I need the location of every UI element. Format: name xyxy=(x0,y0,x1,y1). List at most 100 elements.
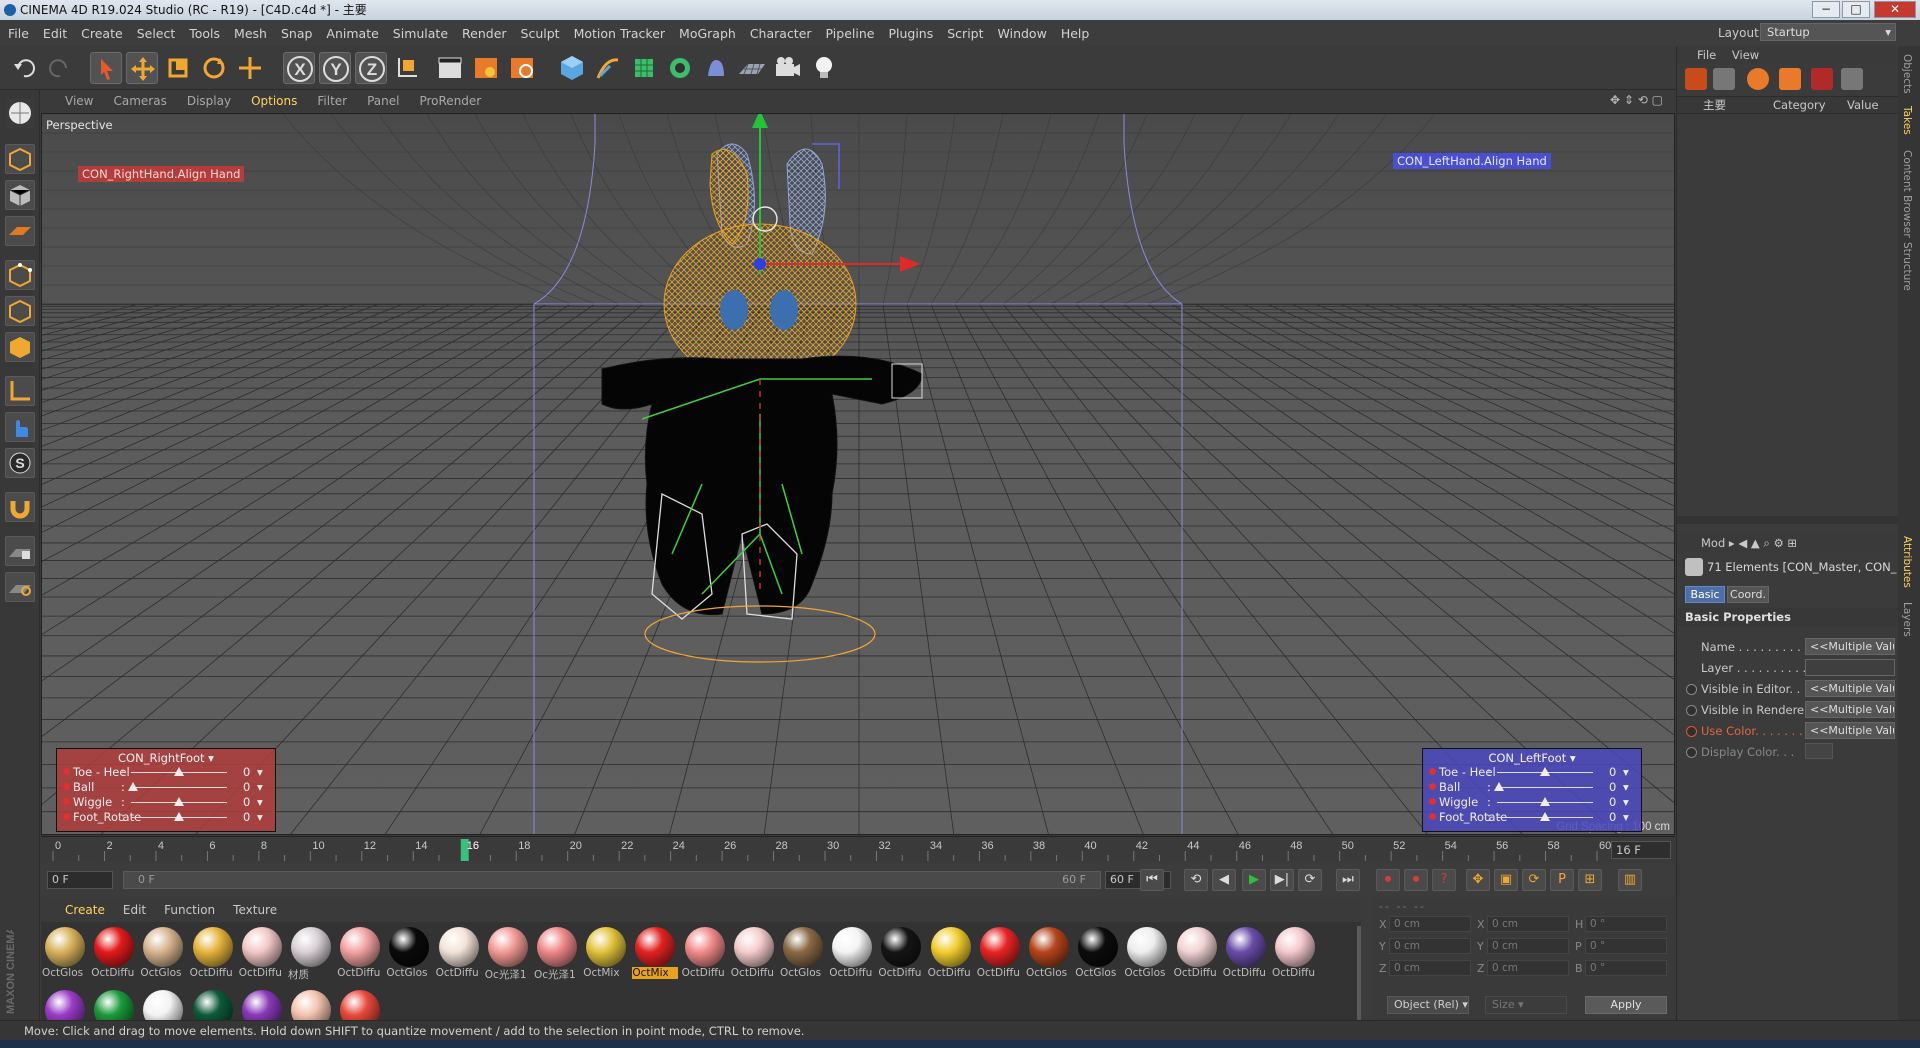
coord-field[interactable]: 0 ° xyxy=(1585,938,1667,954)
coord-field[interactable]: 0 cm xyxy=(1487,960,1569,976)
rotate-param-button[interactable]: ⟳ xyxy=(1522,869,1546,891)
axis-mode-button[interactable] xyxy=(5,376,35,406)
play-button[interactable]: ▶ xyxy=(1242,869,1266,891)
point-level-button[interactable]: P xyxy=(1550,869,1574,891)
attribute-value-field[interactable]: <<Multiple Valu xyxy=(1805,680,1895,697)
side-tab-objects[interactable]: Objects xyxy=(1901,54,1913,94)
attribute-value-field[interactable]: <<Multiple Valu xyxy=(1805,722,1895,739)
slider-thumb[interactable] xyxy=(1540,797,1550,806)
foot-control-value[interactable]: 0 xyxy=(243,795,250,809)
menu-mograph[interactable]: MoGraph xyxy=(679,26,736,41)
attribute-value-field[interactable]: <<Multiple Valu xyxy=(1805,701,1895,718)
param-grid-button[interactable]: ⊞ xyxy=(1578,869,1602,891)
material-swatch[interactable]: OctDiffu xyxy=(1272,925,1318,979)
workplane-mode-button[interactable] xyxy=(5,216,35,246)
animate-radio-icon[interactable] xyxy=(1686,705,1697,716)
foot-control-row[interactable]: Toe - Heel:0 ▾ xyxy=(1429,765,1637,779)
slider-thumb[interactable] xyxy=(174,767,184,776)
viewport-menu-panel[interactable]: Panel xyxy=(367,94,399,108)
left-hand-align-label[interactable]: CON_LeftHand.Align Hand xyxy=(1393,153,1551,169)
autokey-button[interactable]: ⏺ xyxy=(1404,869,1428,891)
take-clone-icon[interactable] xyxy=(1713,68,1735,90)
display-color-swatch[interactable] xyxy=(1805,743,1833,759)
menu-animate[interactable]: Animate xyxy=(326,26,378,41)
material-swatch[interactable]: OctDiffu xyxy=(977,925,1023,979)
make-editable-button[interactable] xyxy=(5,98,35,128)
edges-mode-button[interactable] xyxy=(5,296,35,326)
prev-key-button[interactable]: ⟲ xyxy=(1184,869,1208,891)
select-tool-button[interactable] xyxy=(90,52,122,84)
side-tab-layers[interactable]: Layers xyxy=(1901,602,1913,637)
y-axis-button[interactable]: Y xyxy=(319,52,351,84)
material-menu-edit[interactable]: Edit xyxy=(123,903,146,917)
material-swatch[interactable]: OctDiffu xyxy=(928,925,974,979)
texture-mode-button[interactable] xyxy=(5,180,35,210)
material-swatch[interactable]: OctGlos xyxy=(780,925,826,979)
material-swatch[interactable]: OctDiffu xyxy=(436,925,482,979)
goto-start-button[interactable]: ⏮ xyxy=(1140,869,1164,891)
foot-control-value[interactable]: 0 xyxy=(1609,780,1616,794)
side-tab-takes[interactable]: Takes xyxy=(1901,106,1913,135)
takes-menu-view[interactable]: View xyxy=(1732,48,1759,62)
coordinate-mode-select[interactable]: Object (Rel) ▾ xyxy=(1387,996,1469,1014)
undo-button[interactable] xyxy=(8,52,40,84)
record-button[interactable]: ⏺ xyxy=(1376,869,1400,891)
material-swatch[interactable]: OctDiffu xyxy=(829,925,875,979)
minimize-button[interactable]: − xyxy=(1812,1,1840,18)
material-menu-create[interactable]: Create xyxy=(65,903,105,917)
snap-button[interactable]: S xyxy=(5,448,35,478)
foot-control-slider[interactable] xyxy=(131,787,227,788)
side-tab-structure[interactable]: Structure xyxy=(1901,242,1913,291)
menu-select[interactable]: Select xyxy=(137,26,176,41)
slider-thumb[interactable] xyxy=(1540,767,1550,776)
take-auto-icon[interactable] xyxy=(1779,68,1801,90)
lock-workplane-button[interactable] xyxy=(5,536,35,566)
cloner-button[interactable] xyxy=(664,52,696,84)
attribute-value-field[interactable]: <<Multiple Valu xyxy=(1805,638,1895,655)
current-frame-field[interactable]: 16 F xyxy=(1611,841,1671,859)
slider-thumb[interactable] xyxy=(1540,812,1550,821)
right-foot-panel[interactable]: CON_RightFoot ▾ Toe - Heel:0 ▾ Ball:0 ▾ Wigg… xyxy=(56,748,276,832)
keyframe-dot-icon[interactable] xyxy=(63,768,70,775)
material-scrollbar[interactable] xyxy=(1357,926,1361,1022)
foot-control-value[interactable]: 0 xyxy=(243,780,250,794)
side-tab-attributes[interactable]: Attributes xyxy=(1901,536,1913,588)
menu-character[interactable]: Character xyxy=(750,26,812,41)
material-swatch[interactable]: OctGlos xyxy=(1026,925,1072,979)
chevron-down-icon[interactable]: ▾ xyxy=(257,765,263,779)
coord-field[interactable]: 0 cm xyxy=(1487,938,1569,954)
chevron-down-icon[interactable]: ▾ xyxy=(1623,810,1629,824)
foot-control-row[interactable]: Ball: 0 ▾ xyxy=(63,780,271,794)
material-swatch[interactable]: OctDiffu xyxy=(878,925,924,979)
render-settings-button[interactable] xyxy=(506,52,538,84)
next-key-button[interactable]: ⟳ xyxy=(1298,869,1322,891)
material-swatch[interactable]: OctGlos xyxy=(1075,925,1121,979)
render-picture-viewer-button[interactable] xyxy=(470,52,502,84)
material-swatch[interactable] xyxy=(288,988,334,1022)
menu-mesh[interactable]: Mesh xyxy=(234,26,267,41)
close-button[interactable]: ✕ xyxy=(1874,1,1916,18)
menu-file[interactable]: File xyxy=(8,26,29,41)
material-swatch[interactable] xyxy=(190,988,236,1022)
move-tool-button[interactable] xyxy=(126,52,158,84)
animate-radio-icon[interactable] xyxy=(1686,726,1697,737)
material-swatch[interactable] xyxy=(337,988,383,1022)
chevron-down-icon[interactable]: ▾ xyxy=(1623,795,1629,809)
coord-field[interactable]: 0 cm xyxy=(1389,916,1471,932)
layout-select[interactable]: Startup ▾ xyxy=(1760,23,1896,41)
menu-render[interactable]: Render xyxy=(462,26,507,41)
scale-tool-button[interactable] xyxy=(162,52,194,84)
coord-field[interactable]: 0 ° xyxy=(1585,916,1667,932)
keyframe-selection-button[interactable]: ? xyxy=(1432,869,1456,891)
viewport-menu-filter[interactable]: Filter xyxy=(317,94,347,108)
menu-motion-tracker[interactable]: Motion Tracker xyxy=(574,26,665,41)
coordinate-system-button[interactable] xyxy=(391,52,423,84)
tweak-mode-button[interactable] xyxy=(5,412,35,442)
z-axis-button[interactable]: Z xyxy=(355,52,387,84)
prev-frame-button[interactable]: ◀ xyxy=(1212,869,1236,891)
take-lock-icon[interactable] xyxy=(1811,68,1833,90)
menu-simulate[interactable]: Simulate xyxy=(393,26,448,41)
viewport-menu-prorender[interactable]: ProRender xyxy=(419,94,481,108)
foot-control-value[interactable]: 0 xyxy=(1609,795,1616,809)
viewport-menu-cameras[interactable]: Cameras xyxy=(113,94,166,108)
